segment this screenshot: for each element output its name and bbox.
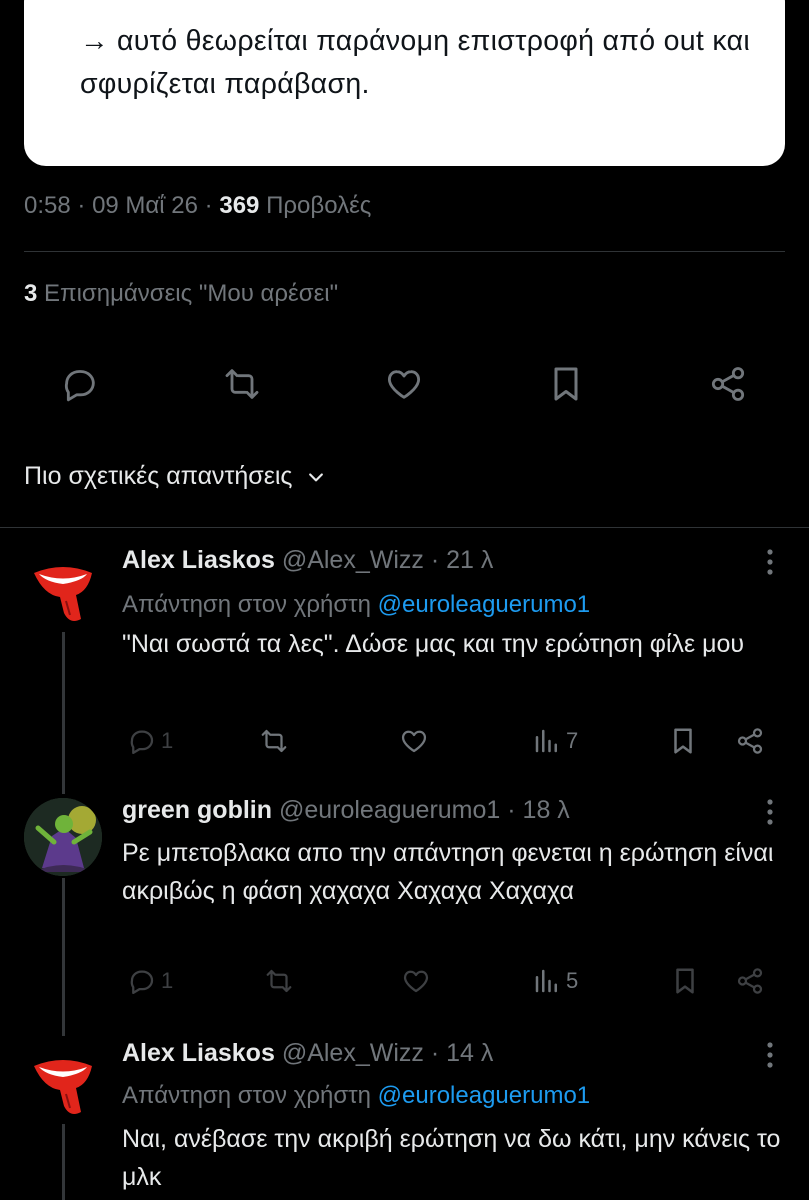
meta-separator: · [204, 192, 213, 219]
retweet-icon[interactable] [222, 364, 262, 404]
views-count: 5 [566, 968, 579, 993]
reply-icon [130, 730, 154, 754]
meta-separator: · [430, 1039, 440, 1067]
like-icon[interactable] [384, 364, 424, 404]
views-count: 7 [566, 728, 579, 753]
author-handle[interactable]: @Alex_Wizz [282, 546, 424, 574]
likes-count: 3 [24, 280, 38, 307]
author-handle[interactable]: @euroleaguerumo1 [279, 796, 500, 824]
reply-header: green goblin @euroleaguerumo1 · 18 λ [122, 796, 570, 825]
like-icon[interactable] [399, 726, 429, 756]
reply-time[interactable]: 18 λ [523, 796, 570, 824]
divider [0, 527, 809, 528]
author-name[interactable]: Alex Liaskos [122, 1039, 275, 1067]
share-icon[interactable] [735, 966, 765, 996]
quoted-text-card: → αυτό θεωρείται παράνομη επιστροφή από … [24, 0, 785, 166]
reply-header: Alex Liaskos @Alex_Wizz · 14 λ [122, 1039, 493, 1068]
reply-time[interactable]: 14 λ [446, 1039, 493, 1067]
views-button[interactable]: 7 [532, 726, 578, 756]
quoted-text: → αυτό θεωρείται παράνομη επιστροφή από … [80, 25, 750, 100]
author-name[interactable]: green goblin [122, 796, 272, 824]
avatar[interactable] [24, 798, 102, 876]
reply-button[interactable]: 1 [127, 966, 173, 996]
replying-to: Απάντηση στον χρήστη @euroleaguerumo1 [122, 1082, 590, 1110]
thread-line [62, 1124, 65, 1200]
analytics-icon [535, 969, 557, 993]
replies-sort-dropdown[interactable]: Πιο σχετικές απαντήσεις [24, 462, 326, 491]
chevron-down-icon [306, 467, 326, 487]
avatar[interactable] [24, 547, 102, 625]
share-icon[interactable] [708, 364, 748, 404]
author-name[interactable]: Alex Liaskos [122, 546, 275, 574]
tweet-meta: 0:58 · 09 Μαΐ 26 · 369 Προβολές [24, 192, 371, 220]
more-options-icon[interactable] [764, 548, 776, 576]
meta-separator: · [430, 546, 440, 574]
reply-to-prefix: Απάντηση στον χρήστη [122, 591, 371, 618]
more-options-icon[interactable] [764, 1041, 776, 1069]
divider [24, 251, 785, 252]
retweet-icon[interactable] [264, 966, 294, 996]
meta-separator: · [507, 796, 516, 824]
thread-line [62, 632, 65, 794]
sort-label: Πιο σχετικές απαντήσεις [24, 462, 293, 490]
like-icon[interactable] [401, 966, 431, 996]
reply-button[interactable]: 1 [127, 726, 173, 756]
mention-link[interactable]: @euroleaguerumo1 [378, 1082, 591, 1109]
bookmark-icon[interactable] [668, 726, 698, 756]
author-handle[interactable]: @Alex_Wizz [282, 1039, 424, 1067]
likes-summary[interactable]: 3 Επισημάνσεις "Μου αρέσει" [24, 280, 338, 308]
bookmark-icon[interactable] [546, 364, 586, 404]
thread-line [62, 878, 65, 1036]
bookmark-icon[interactable] [670, 966, 700, 996]
reply-count: 1 [161, 728, 174, 753]
views-label: Προβολές [266, 192, 372, 219]
share-icon[interactable] [735, 726, 765, 756]
views-button[interactable]: 5 [532, 966, 578, 996]
reply-header: Alex Liaskos @Alex_Wizz · 21 λ [122, 546, 493, 575]
reply-icon [130, 970, 154, 994]
meta-separator: · [77, 192, 86, 219]
reply-count: 1 [161, 968, 174, 993]
more-options-icon[interactable] [764, 798, 776, 826]
reply-text: Ναι, ανέβασε την ακριβή ερώτηση να δω κά… [122, 1125, 781, 1191]
analytics-icon [535, 729, 557, 753]
reply-text: "Ναι σωστά τα λες". Δώσε μας και την ερώ… [122, 630, 745, 658]
reply-text: Ρε μπετοβλακα απο την απάντηση φενεται η… [122, 839, 774, 905]
reply-time[interactable]: 21 λ [446, 546, 493, 574]
reply-icon[interactable] [60, 364, 100, 404]
avatar[interactable] [24, 1040, 102, 1118]
replying-to: Απάντηση στον χρήστη @euroleaguerumo1 [122, 591, 590, 619]
likes-label: Επισημάνσεις "Μου αρέσει" [44, 280, 339, 307]
views-count: 369 [219, 192, 260, 219]
retweet-icon[interactable] [259, 726, 289, 756]
reply-to-prefix: Απάντηση στον χρήστη [122, 1082, 371, 1109]
tweet-time[interactable]: 0:58 [24, 192, 71, 219]
mention-link[interactable]: @euroleaguerumo1 [378, 591, 591, 618]
tweet-date[interactable]: 09 Μαΐ 26 [92, 192, 198, 219]
